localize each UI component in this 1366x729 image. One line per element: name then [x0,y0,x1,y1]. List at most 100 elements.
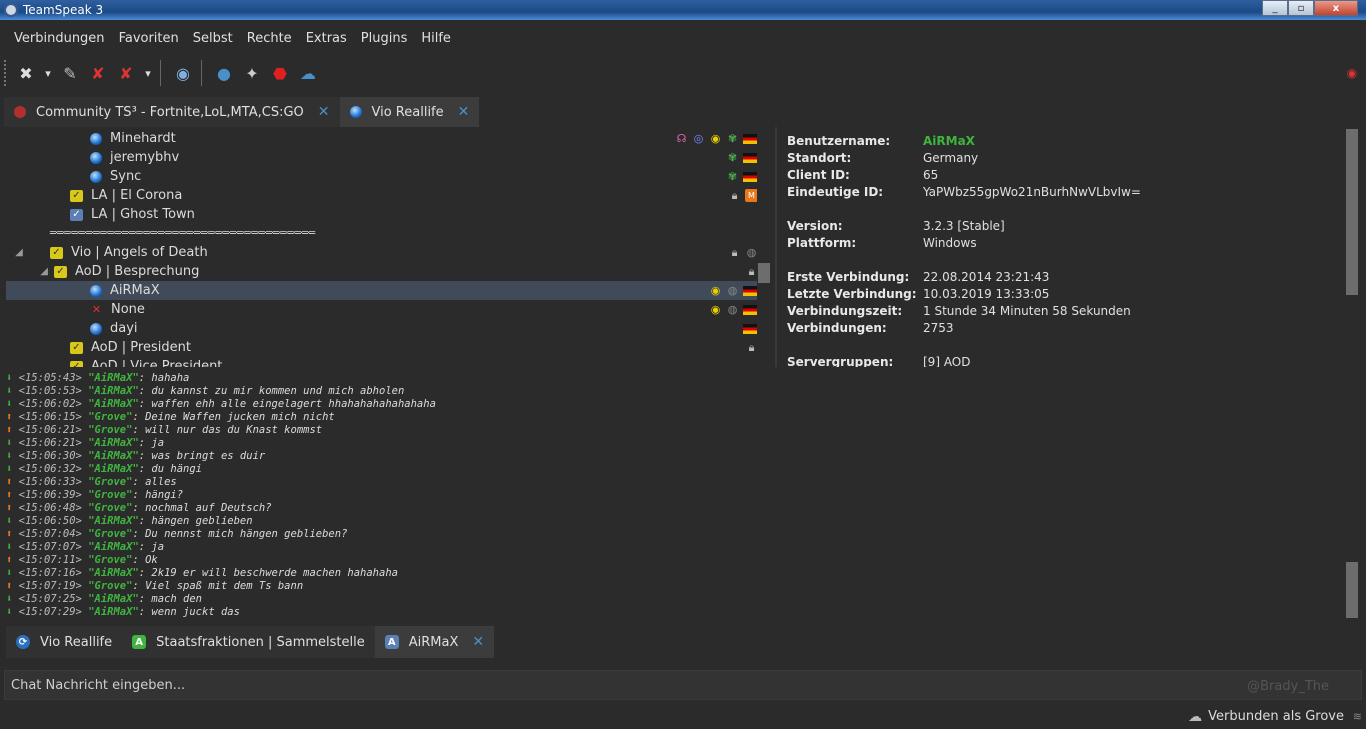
scrollbar-thumb[interactable] [1346,129,1358,295]
info-label: Plattform: [787,236,857,250]
chat-line: ⬇ <15:05:43> "AiRMaX": hahaha [6,372,1344,385]
disconnect-plug-icon[interactable]: ✘ [86,61,110,85]
info-label: Verbindungszeit: [787,304,903,318]
chat-sender[interactable]: "Grove" [88,528,132,540]
alert-icon[interactable]: ⬣ [268,61,292,85]
scrollbar-thumb[interactable] [1346,562,1358,618]
client-name: jeremybhv [110,150,180,165]
scrollbar-thumb[interactable] [758,263,770,283]
chat-timestamp: <15:05:53> [18,385,82,397]
close-window-button[interactable]: x [1314,0,1358,16]
close-tab-icon[interactable]: ✕ [458,104,470,120]
client-name: Sync [110,169,142,184]
dropdown-arrow-icon[interactable]: ▾ [42,61,54,85]
menu-favoriten[interactable]: Favoriten [112,28,186,50]
chat-tab-channel[interactable]: A Staatsfraktionen | Sammelstelle [122,626,375,658]
contacts-icon[interactable]: ● [212,61,236,85]
chat-sender[interactable]: "AiRMaX" [88,385,139,397]
spacer-line: ═·═·═·═·═·═·═·═·═·═·═·═·═·═·═·═·═·═·═·═·… [50,228,315,239]
maximize-button[interactable]: ▫ [1288,0,1314,16]
chat-sender[interactable]: "Grove" [88,411,132,423]
info-scrollbar[interactable] [1345,127,1359,367]
chat-timestamp: <15:06:39> [18,489,82,501]
chat-sender[interactable]: "AiRMaX" [88,372,139,384]
client-name: AiRMaX [110,283,160,298]
mute-speakers-icon[interactable]: ✘ [114,61,138,85]
away-eye-icon[interactable]: ◉ [171,61,195,85]
chat-sender[interactable]: "Grove" [88,502,132,514]
chat-timestamp: <15:06:48> [18,502,82,514]
panel-splitter[interactable] [775,127,777,367]
minimize-button[interactable]: _ [1262,0,1288,16]
outgoing-arrow-icon: ⬆ [6,489,13,501]
menu-rechte[interactable]: Rechte [240,28,299,50]
chat-line: ⬇ <15:06:32> "AiRMaX": du hängi [6,463,1344,476]
chat-message-input[interactable] [5,671,1361,699]
channel-row[interactable]: ✓ LA | Ghost Town [6,205,758,224]
chat-sender[interactable]: "Grove" [88,489,132,501]
chat-sender[interactable]: "AiRMaX" [88,541,139,553]
chat-sender[interactable]: "AiRMaX" [88,437,139,449]
menu-extras[interactable]: Extras [299,28,354,50]
chat-sender[interactable]: "Grove" [88,476,132,488]
client-row[interactable]: ✕ None ◉ ◍ [6,300,758,319]
client-row[interactable]: jeremybhv ✾ [6,148,758,167]
chat-sender[interactable]: "AiRMaX" [88,450,139,462]
chat-tab-server[interactable]: ⟳ Vio Reallife [6,626,123,658]
plugin-icon[interactable]: ☁ [296,61,320,85]
chat-sender[interactable]: "AiRMaX" [88,463,139,475]
chat-line: ⬇ <15:06:02> "AiRMaX": waffen ehh alle e… [6,398,1344,411]
chat-message: : du hängi [138,463,202,475]
incoming-arrow-icon: ⬇ [6,463,13,475]
chat-sender[interactable]: "Grove" [88,580,132,592]
whisper-icon[interactable]: ✦ [240,61,264,85]
outgoing-arrow-icon: ⬆ [6,554,13,566]
toolbar-grip [4,60,10,86]
channel-row[interactable]: ◢ ✓ AoD | Besprechung 🔒︎ [6,262,758,281]
chat-message: : ja [138,437,165,449]
channel-row[interactable]: ✓ AoD | Vice President [6,357,758,367]
client-row[interactable]: dayi [6,319,758,338]
chat-message: : Ok [132,554,158,566]
chat-tab-private[interactable]: A AiRMaX ✕ [374,626,495,658]
menu-selbst[interactable]: Selbst [186,28,240,50]
client-name: None [111,302,145,317]
client-row[interactable]: Minehardt ☊ ◎ ◉ ✾ [6,129,758,148]
muted-client-icon: ✕ [91,303,102,316]
menu-plugins[interactable]: Plugins [354,28,415,50]
menu-verbindungen[interactable]: Verbindungen [0,28,112,50]
chat-sender[interactable]: "Grove" [88,424,132,436]
incoming-arrow-icon: ⬇ [6,606,13,618]
client-row-selected[interactable]: AiRMaX ◉ ◍ [6,281,758,300]
channel-row[interactable]: ◢ ✓ Vio | Angels of Death 🔒︎ ◍ [6,243,758,262]
chat-sender[interactable]: "AiRMaX" [88,567,139,579]
info-username: AiRMaX [923,134,975,148]
menu-hilfe[interactable]: Hilfe [414,28,458,50]
client-row[interactable]: Sync ✾ [6,167,758,186]
leaf-badge-icon: ✾ [727,151,738,164]
collapse-arrow-icon[interactable]: ◢ [6,266,52,277]
channel-row[interactable]: ✓ AoD | President 🔒︎ [6,338,758,357]
close-tab-icon[interactable]: ✕ [472,634,484,650]
chat-sender[interactable]: "Grove" [88,554,132,566]
connection-status: Verbunden als Grove [1208,709,1344,724]
client-info-panel: Benutzername: AiRMaX Standort: Germany C… [780,127,1342,367]
channel-icon: ✓ [70,208,83,221]
dropdown-arrow-icon[interactable]: ▾ [142,61,154,85]
channel-row[interactable]: ✓ LA | El Corona 🔒︎ M [6,186,758,205]
tree-scrollbar[interactable] [757,127,771,367]
close-tab-icon[interactable]: ✕ [318,104,330,120]
chat-scrollbar[interactable] [1345,372,1359,622]
chat-sender[interactable]: "AiRMaX" [88,398,139,410]
connect-plug-icon[interactable]: ✎ [58,61,82,85]
chat-sender[interactable]: "AiRMaX" [88,593,139,605]
chat-message: : Viel spaß mit dem Ts bann [132,580,304,592]
chat-sender[interactable]: "AiRMaX" [88,515,139,527]
disconnect-icon[interactable]: ✖ [14,61,38,85]
outgoing-arrow-icon: ⬆ [6,411,13,423]
tab-community-ts[interactable]: Community TS³ - Fortnite,LoL,MTA,CS:GO ✕ [4,97,340,127]
tab-vio-reallife[interactable]: Vio Reallife ✕ [339,97,480,127]
collapse-arrow-icon[interactable]: ◢ [6,247,32,258]
chat-sender[interactable]: "AiRMaX" [88,606,139,618]
info-value: 22.08.2014 23:21:43 [923,270,1050,284]
